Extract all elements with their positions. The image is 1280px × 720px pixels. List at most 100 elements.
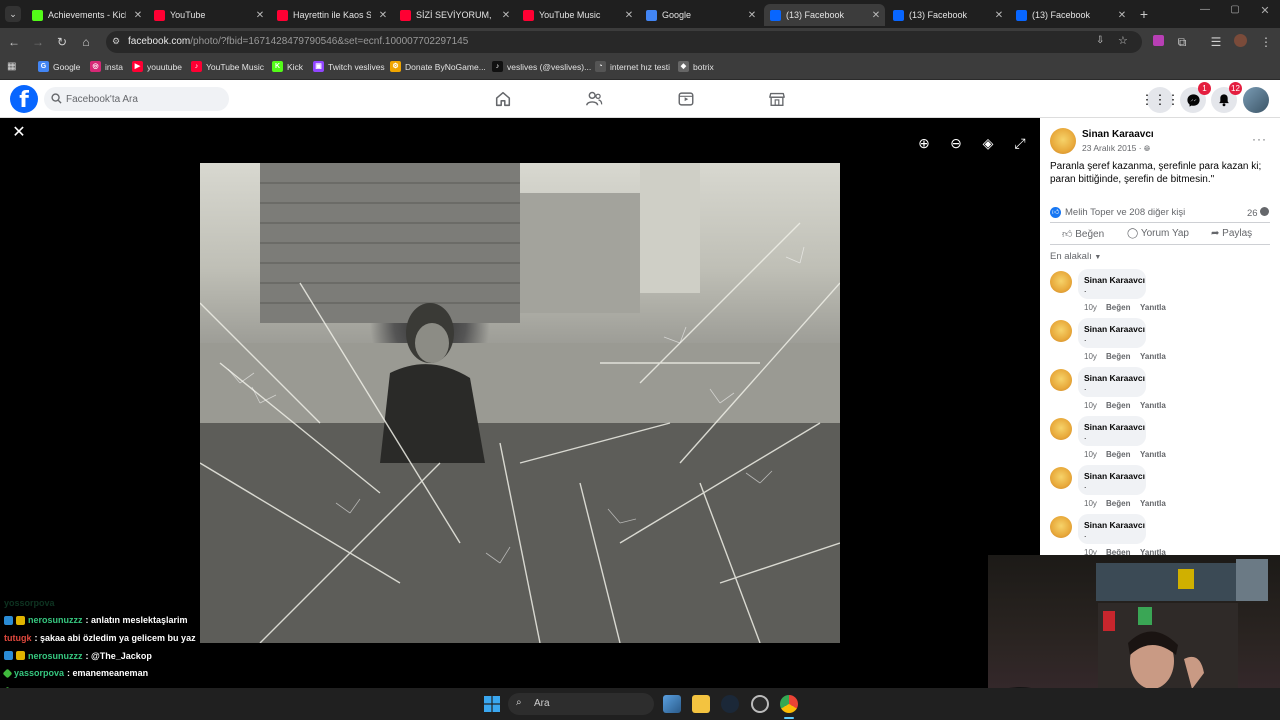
- browser-tab[interactable]: YouTube ✕: [148, 4, 269, 26]
- browser-tab[interactable]: (13) Facebook ✕: [1010, 4, 1131, 26]
- comment-reply-link[interactable]: Yanıtla: [1140, 499, 1166, 508]
- browser-tab[interactable]: Achievements - Kick ✕: [26, 4, 147, 26]
- comment-avatar[interactable]: [1050, 418, 1072, 440]
- comment-age[interactable]: 10y: [1084, 499, 1097, 508]
- minimize-button[interactable]: —: [1196, 4, 1214, 22]
- author-avatar[interactable]: [1050, 128, 1076, 154]
- comment-age[interactable]: 10y: [1084, 548, 1097, 555]
- bookmark-item[interactable]: ♪ YouTube Music: [191, 61, 264, 72]
- bookmark-item[interactable]: ◔ internet hız testi: [595, 61, 670, 72]
- share-button[interactable]: ➦ Paylaş: [1211, 228, 1252, 239]
- tab-close-icon[interactable]: ✕: [745, 10, 759, 21]
- home-nav-icon[interactable]: [494, 90, 512, 108]
- new-tab-button[interactable]: +: [1136, 6, 1152, 22]
- comment-like-link[interactable]: Beğen: [1106, 352, 1130, 361]
- comment-avatar[interactable]: [1050, 516, 1072, 538]
- messenger-button[interactable]: 1: [1180, 82, 1211, 113]
- close-viewer-icon[interactable]: ✕: [10, 124, 28, 142]
- facebook-search-box[interactable]: [44, 87, 229, 111]
- obs-icon[interactable]: [751, 695, 769, 713]
- tab-close-icon[interactable]: ✕: [131, 10, 145, 21]
- comment-age[interactable]: 10y: [1084, 303, 1097, 312]
- notifications-button[interactable]: 12: [1211, 82, 1242, 113]
- tag-icon[interactable]: ◈: [977, 132, 999, 154]
- comments-count[interactable]: 26: [1247, 207, 1270, 219]
- comment-like-link[interactable]: Beğen: [1106, 303, 1130, 312]
- address-bar[interactable]: ⚙ facebook.com/photo/?fbid=1671428479790…: [106, 31, 1142, 53]
- bookmark-item[interactable]: K Kick: [272, 61, 303, 72]
- fullscreen-icon[interactable]: ⤢: [1009, 132, 1031, 154]
- close-window-button[interactable]: ✕: [1256, 4, 1274, 22]
- comment-age[interactable]: 10y: [1084, 401, 1097, 410]
- extensions-puzzle-icon[interactable]: ⧉: [1174, 34, 1190, 50]
- comment-avatar[interactable]: [1050, 467, 1072, 489]
- site-info-icon[interactable]: ⚙: [112, 36, 124, 48]
- tab-close-icon[interactable]: ✕: [869, 10, 883, 21]
- tab-close-icon[interactable]: ✕: [253, 10, 267, 21]
- steam-icon[interactable]: [721, 695, 739, 713]
- comment-like-link[interactable]: Beğen: [1106, 499, 1130, 508]
- account-avatar[interactable]: [1243, 87, 1269, 113]
- post-date[interactable]: 23 Aralık 2015 ·: [1082, 143, 1144, 153]
- bookmark-item[interactable]: ▣ Twitch veslives: [313, 61, 385, 72]
- widgets-app-icon[interactable]: [663, 695, 681, 713]
- bookmark-item[interactable]: ⚙ Donate ByNoGame...: [390, 61, 486, 72]
- browser-tab[interactable]: Google ✕: [640, 4, 761, 26]
- back-button[interactable]: ←: [6, 34, 22, 50]
- comment-sort-dropdown[interactable]: En alakalı ▼: [1050, 251, 1101, 262]
- apps-grid-icon[interactable]: ▦: [7, 61, 19, 73]
- chrome-app-icon[interactable]: [780, 695, 798, 713]
- comment-reply-link[interactable]: Yanıtla: [1140, 548, 1166, 555]
- comment-avatar[interactable]: [1050, 369, 1072, 391]
- bookmark-item[interactable]: ◎ insta: [90, 61, 123, 72]
- comment-author[interactable]: Sinan Karaavcı: [1084, 373, 1145, 383]
- reading-list-icon[interactable]: ☰: [1208, 34, 1224, 50]
- search-input[interactable]: [66, 91, 221, 107]
- menu-grid-button[interactable]: ⋮⋮⋮: [1141, 87, 1180, 113]
- friends-nav-icon[interactable]: [585, 90, 603, 108]
- marketplace-nav-icon[interactable]: [768, 90, 786, 108]
- comment-author[interactable]: Sinan Karaavcı: [1084, 275, 1145, 285]
- comment-author[interactable]: Sinan Karaavcı: [1084, 422, 1145, 432]
- reload-button[interactable]: ↻: [54, 34, 70, 50]
- install-app-icon[interactable]: ⇩: [1096, 35, 1104, 46]
- bookmark-item[interactable]: ▶ youutube: [132, 61, 182, 72]
- chrome-menu-icon[interactable]: ⋮: [1258, 34, 1274, 50]
- bookmark-item[interactable]: G Google: [38, 61, 80, 72]
- tab-close-icon[interactable]: ✕: [376, 10, 390, 21]
- maximize-button[interactable]: ▢: [1226, 4, 1244, 22]
- extension-icon[interactable]: [1150, 34, 1166, 50]
- reactions-text[interactable]: Melih Toper ve 208 diğer kişi: [1065, 207, 1185, 218]
- comment-age[interactable]: 10y: [1084, 352, 1097, 361]
- like-button[interactable]: 👍︎ Beğen: [1062, 228, 1104, 240]
- comment-reply-link[interactable]: Yanıtla: [1140, 401, 1166, 410]
- taskbar-search-box[interactable]: ⌕ Ara: [508, 693, 654, 715]
- tab-search-button[interactable]: ⌄: [5, 6, 21, 22]
- comment-like-link[interactable]: Beğen: [1106, 548, 1130, 555]
- comment-author[interactable]: Sinan Karaavcı: [1084, 520, 1145, 530]
- comment-reply-link[interactable]: Yanıtla: [1140, 450, 1166, 459]
- comment-author[interactable]: Sinan Karaavcı: [1084, 471, 1145, 481]
- author-name[interactable]: Sinan Karaavcı: [1082, 129, 1154, 140]
- comment-age[interactable]: 10y: [1084, 450, 1097, 459]
- video-nav-icon[interactable]: [677, 90, 695, 108]
- home-button[interactable]: ⌂: [78, 34, 94, 50]
- start-windows-icon[interactable]: [484, 696, 500, 712]
- file-explorer-icon[interactable]: [692, 695, 710, 713]
- facebook-logo-icon[interactable]: f: [10, 85, 38, 113]
- tab-close-icon[interactable]: ✕: [1115, 10, 1129, 21]
- comment-author[interactable]: Sinan Karaavcı: [1084, 324, 1145, 334]
- comment-button[interactable]: ◯ Yorum Yap: [1127, 228, 1189, 239]
- browser-tab[interactable]: Hayrettin ile Kaos Sh ✕: [271, 4, 392, 26]
- comment-like-link[interactable]: Beğen: [1106, 450, 1130, 459]
- forward-button[interactable]: →: [30, 34, 46, 50]
- bookmark-star-icon[interactable]: ☆: [1118, 34, 1128, 47]
- zoom-out-icon[interactable]: ⊖: [945, 132, 967, 154]
- browser-tab[interactable]: (13) Facebook ✕: [764, 4, 885, 26]
- comment-reply-link[interactable]: Yanıtla: [1140, 352, 1166, 361]
- tab-close-icon[interactable]: ✕: [499, 10, 513, 21]
- browser-tab[interactable]: (13) Facebook ✕: [887, 4, 1008, 26]
- comment-avatar[interactable]: [1050, 320, 1072, 342]
- comment-like-link[interactable]: Beğen: [1106, 401, 1130, 410]
- tab-close-icon[interactable]: ✕: [992, 10, 1006, 21]
